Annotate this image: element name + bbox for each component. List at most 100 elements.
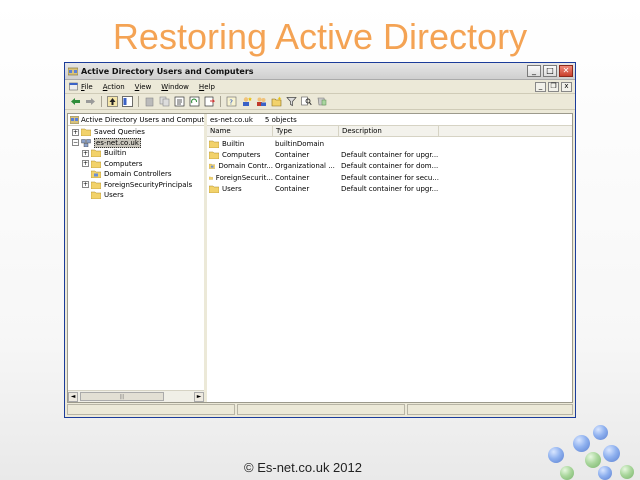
menu-help[interactable]: Help	[199, 83, 215, 91]
column-headers: Name Type Description	[207, 126, 572, 137]
tree-pane[interactable]: Active Directory Users and Computers + S…	[68, 114, 207, 402]
expand-saved-queries[interactable]: +	[72, 128, 79, 136]
toolbar: ?	[65, 94, 575, 110]
child-close-button[interactable]: x	[561, 81, 572, 92]
object-list: Builtin builtinDomain Computers Containe…	[207, 137, 572, 195]
menu-view[interactable]: View	[135, 83, 152, 91]
minimize-button[interactable]: _	[527, 65, 541, 77]
tree-item-domain[interactable]: − es-net.co.uk	[68, 137, 204, 149]
tree-root-label: Active Directory Users and Computers	[81, 115, 204, 124]
tree: + Saved Queries − es-net.co.uk + Builtin…	[68, 126, 204, 201]
copy-icon[interactable]	[158, 96, 170, 108]
folder-icon	[209, 176, 213, 180]
list-item-type: Container	[275, 151, 310, 160]
folder-icon	[209, 151, 219, 160]
folder-icon	[91, 181, 101, 189]
console-content: Active Directory Users and Computers + S…	[67, 113, 573, 403]
cut-icon[interactable]	[143, 96, 155, 108]
menu-file-label: File	[81, 82, 93, 91]
forward-icon[interactable]	[84, 96, 96, 108]
back-icon[interactable]	[69, 96, 81, 108]
up-icon[interactable]	[106, 96, 118, 108]
list-item-description: Default container for upgr...	[341, 185, 439, 194]
list-item-computers[interactable]: Computers Container Default container fo…	[207, 149, 572, 160]
folder-icon	[81, 129, 91, 137]
expand-foreign-security-principals[interactable]: +	[82, 181, 89, 189]
tree-item-computers[interactable]: + Computers	[68, 159, 204, 170]
child-restore-button[interactable]: ❐	[548, 81, 559, 92]
menubar: File Action View Window Help _ ❐ x	[65, 80, 575, 94]
scroll-left-button[interactable]: ◄	[68, 391, 78, 402]
export-list-icon[interactable]	[203, 96, 215, 108]
list-item-name: Computers	[222, 151, 261, 160]
tree-item-saved-queries[interactable]: + Saved Queries	[68, 127, 204, 138]
list-item-users[interactable]: Users Container Default container for up…	[207, 184, 572, 195]
expand-builtin[interactable]: +	[82, 149, 89, 157]
properties-icon[interactable]	[173, 96, 185, 108]
help-icon[interactable]: ?	[225, 96, 237, 108]
list-item-name: Builtin	[222, 139, 245, 148]
details-pane[interactable]: es-net.co.uk 5 objects Name Type Descrip…	[207, 114, 572, 402]
folder-icon	[91, 160, 101, 168]
console-icon	[69, 82, 78, 91]
window-titlebar[interactable]: Active Directory Users and Computers _ □…	[65, 63, 575, 80]
column-header-type[interactable]: Type	[273, 126, 339, 136]
tree-item-label: Domain Controllers	[104, 170, 172, 179]
aduc-root-icon	[69, 115, 80, 124]
tree-item-users[interactable]: Users	[68, 190, 204, 201]
menu-view-label: View	[134, 82, 152, 91]
ou-icon	[209, 164, 216, 170]
tree-item-label: es-net.co.uk	[94, 137, 141, 148]
list-item-builtin[interactable]: Builtin builtinDomain	[207, 138, 572, 149]
tree-horizontal-scrollbar[interactable]: ◄ ||| ►	[68, 390, 204, 402]
column-header-name[interactable]: Name	[207, 126, 273, 136]
filter-icon[interactable]	[285, 96, 297, 108]
window-title: Active Directory Users and Computers	[81, 66, 254, 76]
list-item-type: Container	[275, 185, 310, 194]
new-group-icon[interactable]	[255, 96, 267, 108]
list-item-foreign-security-principals[interactable]: ForeignSecurit... Container Default cont…	[207, 172, 572, 183]
child-minimize-button[interactable]: _	[535, 81, 546, 92]
list-item-type: builtinDomain	[275, 139, 325, 148]
new-ou-icon[interactable]	[270, 96, 282, 108]
slide-title: Restoring Active Directory	[112, 16, 528, 57]
menu-window-label: Window	[161, 82, 189, 91]
scroll-thumb[interactable]: |||	[80, 392, 164, 401]
find-icon[interactable]	[300, 96, 312, 108]
menu-action[interactable]: Action	[103, 83, 125, 91]
tree-item-builtin[interactable]: + Builtin	[68, 148, 204, 159]
details-header: es-net.co.uk 5 objects	[207, 114, 572, 126]
list-item-description: Default container for dom...	[341, 162, 439, 171]
list-item-description: Default container for secu...	[341, 173, 439, 182]
menu-help-label: Help	[198, 82, 215, 91]
tree-item-label: Users	[104, 191, 124, 200]
menu-file[interactable]: File	[81, 83, 93, 91]
tree-item-label: Computers	[104, 159, 143, 168]
scroll-right-button[interactable]: ►	[194, 391, 204, 402]
maximize-button[interactable]: □	[543, 65, 557, 77]
folder-icon	[209, 186, 219, 194]
list-item-domain-controllers[interactable]: Domain Contr... Organizational ... Defau…	[207, 161, 572, 172]
add-to-group-icon[interactable]	[315, 96, 327, 108]
close-button[interactable]: ✕	[559, 65, 573, 77]
folder-icon	[91, 192, 101, 200]
status-segment	[237, 404, 405, 415]
collapse-domain[interactable]: −	[72, 139, 79, 147]
show-hide-tree-icon[interactable]	[121, 96, 133, 108]
folder-icon	[209, 140, 219, 148]
menu-window[interactable]: Window	[161, 83, 189, 91]
ou-icon	[91, 171, 101, 179]
refresh-icon[interactable]	[188, 96, 200, 108]
expand-computers[interactable]: +	[82, 160, 89, 168]
list-item-name: Users	[222, 185, 242, 194]
tree-item-domain-controllers[interactable]: Domain Controllers	[68, 169, 204, 180]
tree-item-foreign-security-principals[interactable]: + ForeignSecurityPrincipals	[68, 180, 204, 191]
list-item-name: Domain Contr...	[218, 162, 273, 171]
domain-icon	[81, 139, 91, 147]
column-header-description[interactable]: Description	[339, 126, 439, 136]
slide-footer: © Es-net.co.uk 2012	[244, 460, 362, 475]
tree-root-row[interactable]: Active Directory Users and Computers	[68, 114, 204, 126]
folder-icon	[91, 150, 101, 158]
svg-text:?: ?	[229, 99, 233, 107]
new-user-icon[interactable]	[240, 96, 252, 108]
